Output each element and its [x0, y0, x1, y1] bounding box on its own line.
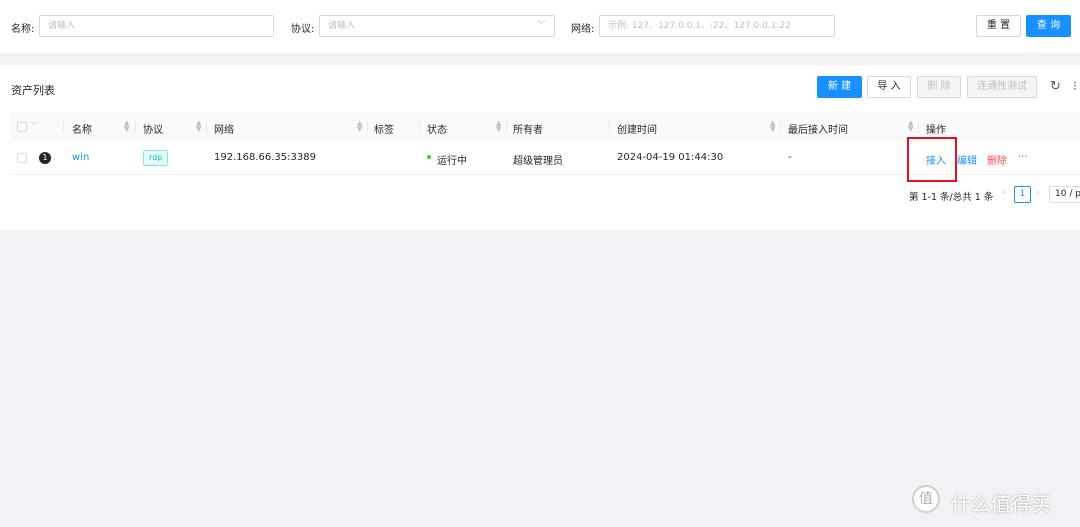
column-divider	[419, 121, 420, 133]
column-header-name: 名称	[72, 125, 92, 136]
created-value: 2024-04-19 01:44:30	[617, 152, 724, 163]
new-button[interactable]: 新 建	[817, 76, 862, 98]
connectivity-test-button[interactable]: 连通性测试	[967, 76, 1037, 98]
column-settings-icon[interactable]: ⁝	[1073, 79, 1077, 93]
row-index-badge: 1	[39, 152, 51, 164]
network-value: 192.168.66.35:3389	[214, 152, 316, 163]
watermark-text: 什么值得买	[951, 492, 1051, 516]
import-button[interactable]: 导 入	[867, 76, 911, 98]
column-header-created: 创建时间	[617, 125, 657, 136]
refresh-icon[interactable]: ↻	[1050, 79, 1061, 94]
column-divider	[918, 121, 919, 133]
column-divider	[206, 121, 207, 133]
column-header-last-access: 最后接入时间	[788, 125, 848, 136]
column-divider	[506, 121, 507, 133]
status-value: 运行中	[437, 156, 467, 167]
column-header-actions: 操作	[926, 125, 946, 136]
query-button[interactable]: 查 询	[1026, 15, 1071, 37]
edit-link[interactable]: 编辑	[957, 152, 977, 167]
column-divider	[367, 121, 368, 133]
column-header-tags: 标签	[374, 125, 394, 136]
column-divider	[609, 121, 610, 133]
sort-icon[interactable]: ▲ ▼	[908, 120, 913, 133]
last-access-value: -	[788, 152, 792, 163]
sort-icon[interactable]: ▲ ▼	[496, 120, 501, 133]
column-header-protocol: 协议	[143, 125, 163, 136]
sort-icon[interactable]: ▲ ▼	[196, 120, 201, 133]
highlight-box	[907, 137, 957, 182]
name-label: 名称:	[11, 24, 35, 35]
protocol-select[interactable]: 请输入 ﹀	[319, 15, 555, 37]
chevron-down-icon[interactable]: ﹀	[31, 121, 38, 131]
status-dot-icon	[427, 155, 431, 159]
list-title: 资产列表	[11, 84, 55, 97]
search-panel: 名称: 请输入 协议: 请输入 ﹀ 网络: 示例: 127、127.0.0.1、…	[0, 0, 1080, 53]
name-input[interactable]: 请输入	[39, 15, 274, 37]
watermark-logo-icon: 值	[912, 485, 940, 513]
next-page-icon[interactable]: ›	[1036, 188, 1040, 198]
sort-icon[interactable]: ▲ ▼	[770, 120, 775, 133]
prev-page-icon[interactable]: ‹	[1002, 188, 1006, 198]
select-all-checkbox[interactable]	[17, 122, 27, 132]
delete-link[interactable]: 删除	[987, 152, 1007, 167]
page-size-select[interactable]: 10 / p	[1049, 186, 1080, 203]
column-header-status: 状态	[427, 125, 447, 136]
protocol-label: 协议:	[291, 24, 315, 35]
owner-value: 超级管理员	[513, 156, 563, 167]
column-divider	[780, 121, 781, 133]
page-1-button[interactable]: 1	[1014, 186, 1031, 203]
pagination-summary: 第 1-1 条/总共 1 条	[909, 192, 994, 203]
sort-icon[interactable]: ▲ ▼	[357, 120, 362, 133]
reset-button[interactable]: 重 置	[976, 15, 1021, 37]
network-input[interactable]: 示例: 127、127.0.0.1、:22、127.0.0.1:22	[599, 15, 835, 37]
column-header-network: 网络	[214, 125, 234, 136]
network-label: 网络:	[571, 24, 595, 35]
protocol-tag: rdp	[143, 150, 169, 166]
asset-name-link[interactable]: win	[72, 152, 89, 163]
column-divider	[135, 121, 136, 133]
protocol-placeholder: 请输入	[328, 21, 356, 31]
column-divider	[63, 121, 64, 133]
chevron-down-icon: ﹀	[536, 21, 546, 31]
delete-button[interactable]: 删 除	[917, 76, 961, 98]
row-checkbox[interactable]	[17, 153, 27, 163]
column-header-owner: 所有者	[513, 125, 543, 136]
sort-icon[interactable]: ▲ ▼	[124, 120, 129, 133]
more-actions-link[interactable]: ···	[1018, 152, 1028, 163]
